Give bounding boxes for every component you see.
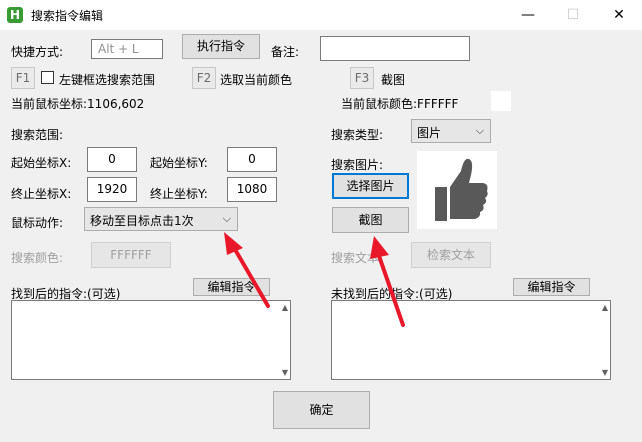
search-type-select[interactable]: 图片 ⌵ <box>411 119 491 143</box>
search-type-label: 搜索类型: <box>331 128 384 142</box>
chevron-down-icon: ⌵ <box>222 212 231 225</box>
title-bar: H 搜索指令编辑 — ☐ ✕ <box>0 0 642 30</box>
f1-key-badge: F1 <box>11 67 35 89</box>
not-found-command-textarea[interactable]: ▲ ▼ <box>331 300 611 380</box>
maximize-button[interactable]: ☐ <box>550 0 596 30</box>
note-input[interactable] <box>320 36 470 61</box>
thumbs-up-icon <box>435 158 488 221</box>
mouse-action-select[interactable]: 移动至目标点击1次 ⌵ <box>84 207 238 231</box>
end-y-label: 终止坐标Y: <box>150 187 208 201</box>
mouse-action-value: 移动至目标点击1次 <box>90 214 194 228</box>
window-title: 搜索指令编辑 <box>31 9 104 23</box>
search-text-label: 搜索文本 <box>331 251 380 265</box>
end-x-input[interactable]: 1920 <box>87 177 137 202</box>
start-y-input[interactable]: 0 <box>227 147 277 172</box>
search-color-button[interactable]: FFFFFF <box>91 242 171 268</box>
minimize-button[interactable]: — <box>505 0 551 30</box>
hotkey-label: 快捷方式: <box>11 45 64 59</box>
note-label: 备注: <box>271 45 300 59</box>
search-text-button[interactable]: 检索文本 <box>411 242 491 268</box>
mouse-color-swatch <box>491 91 511 111</box>
mouse-coordinate-readout: 当前鼠标坐标:1106,602 <box>11 97 145 111</box>
start-y-label: 起始坐标Y: <box>150 156 208 170</box>
scroll-up-icon[interactable]: ▲ <box>282 303 288 312</box>
end-y-input[interactable]: 1080 <box>227 177 277 202</box>
scroll-up-icon[interactable]: ▲ <box>602 303 608 312</box>
region-select-label[interactable]: 左键框选搜索范围 <box>59 71 155 88</box>
execute-command-button[interactable]: 执行指令 <box>182 34 260 59</box>
found-command-textarea[interactable]: ▲ ▼ <box>11 300 291 380</box>
f2-key-badge: F2 <box>192 67 216 89</box>
region-select-checkbox[interactable] <box>41 71 54 84</box>
screenshot-hotkey-label: 截图 <box>381 73 406 87</box>
edit-found-command-button[interactable]: 编辑指令 <box>193 278 270 296</box>
confirm-button[interactable]: 确定 <box>273 391 370 429</box>
search-color-label: 搜索颜色: <box>11 251 64 265</box>
start-x-input[interactable]: 0 <box>87 147 137 172</box>
select-image-button[interactable]: 选择图片 <box>332 173 409 199</box>
pick-color-label: 选取当前颜色 <box>220 73 293 87</box>
app-icon: H <box>7 7 23 23</box>
search-type-value: 图片 <box>417 126 442 140</box>
mouse-color-readout: 当前鼠标颜色:FFFFFF <box>341 97 459 111</box>
start-x-label: 起始坐标X: <box>11 156 72 170</box>
search-image-preview <box>417 151 497 229</box>
chevron-down-icon: ⌵ <box>475 124 484 137</box>
edit-not-found-command-button[interactable]: 编辑指令 <box>513 278 590 296</box>
end-x-label: 终止坐标X: <box>11 187 72 201</box>
close-button[interactable]: ✕ <box>596 0 642 30</box>
mouse-action-label: 鼠标动作: <box>11 216 64 230</box>
search-range-title: 搜索范围: <box>11 128 64 142</box>
scroll-down-icon[interactable]: ▼ <box>602 368 608 377</box>
dialog-window: H 搜索指令编辑 — ☐ ✕ 快捷方式: Alt + L 执行指令 备注: F1… <box>0 0 642 442</box>
search-image-label: 搜索图片: <box>331 158 384 172</box>
screenshot-button[interactable]: 截图 <box>332 207 409 233</box>
f3-key-badge: F3 <box>350 67 374 89</box>
hotkey-field[interactable]: Alt + L <box>91 39 163 59</box>
scroll-down-icon[interactable]: ▼ <box>282 368 288 377</box>
